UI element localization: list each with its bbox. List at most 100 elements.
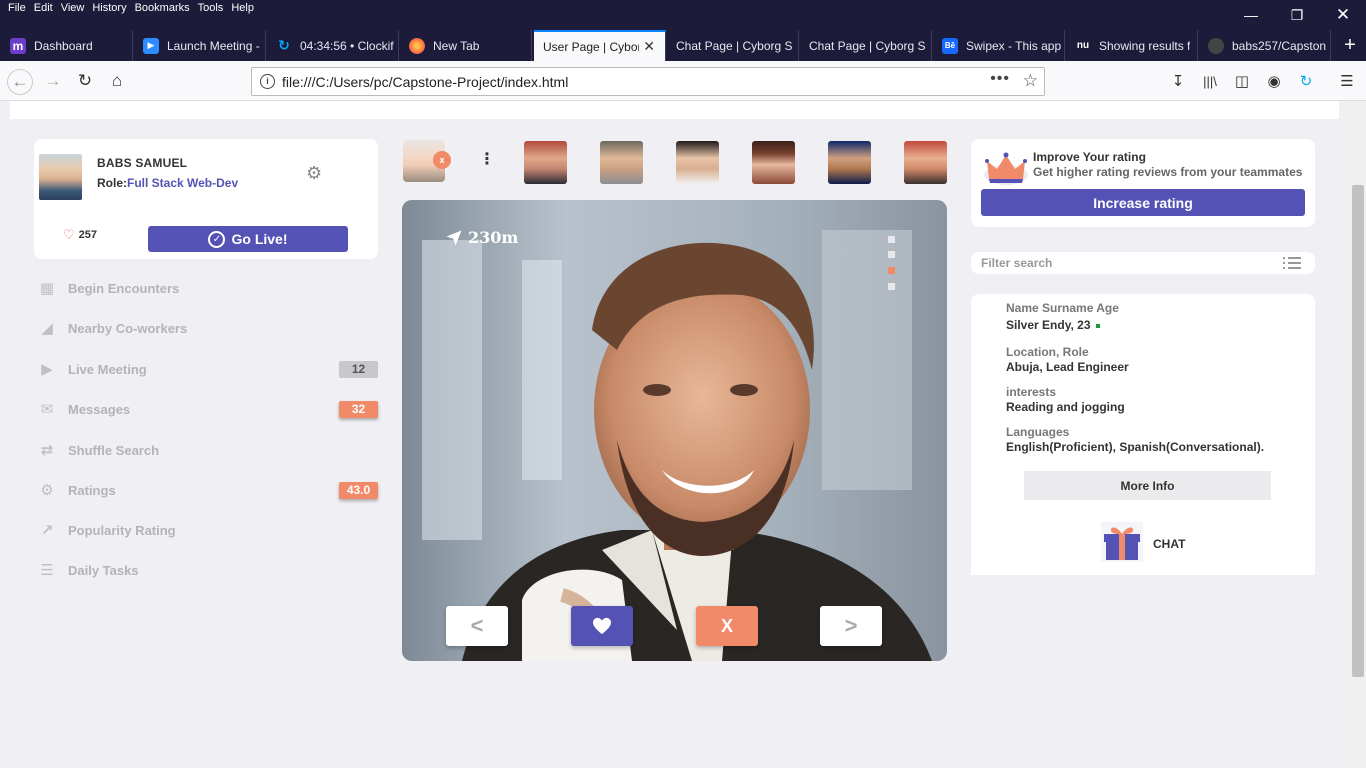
increase-rating-button[interactable]: Increase rating xyxy=(981,189,1305,216)
sidebar-item-ratings[interactable]: ⚙ Ratings 43.0 xyxy=(37,478,379,502)
likes-count: ♡ 257 xyxy=(63,227,98,242)
story-avatar[interactable] xyxy=(904,141,947,184)
settings-gear-icon[interactable]: ⚙ xyxy=(306,163,322,184)
story-avatar[interactable] xyxy=(676,141,719,184)
download-icon[interactable]: ↧ xyxy=(1167,70,1189,92)
sidebar-item-daily-tasks[interactable]: ☰ Daily Tasks xyxy=(37,558,379,582)
interests-label: interests xyxy=(1006,385,1057,399)
menu-help[interactable]: Help xyxy=(229,1,260,15)
profile-photo-card[interactable] xyxy=(402,200,947,661)
tab-github[interactable]: babs257/Capston xyxy=(1198,30,1331,61)
live-meeting-badge: 12 xyxy=(339,360,378,378)
new-tab-button[interactable]: + xyxy=(1334,30,1366,61)
account-icon[interactable]: ◉ xyxy=(1263,70,1285,92)
minimize-icon[interactable]: — xyxy=(1228,0,1274,30)
menu-view[interactable]: View xyxy=(59,1,91,15)
info-icon[interactable]: i xyxy=(260,74,275,89)
story-avatar[interactable] xyxy=(828,141,871,184)
github-icon xyxy=(1208,37,1224,54)
profile-name: BABS SAMUEL xyxy=(97,156,188,170)
tab-user-page[interactable]: User Page | Cybor ✕ xyxy=(534,30,666,61)
avatar[interactable] xyxy=(39,154,82,200)
profile-photo xyxy=(402,200,947,661)
navigation-bar: ← → ↻ ⌂ i file:///C:/Users/pc/Capstone-P… xyxy=(0,61,1366,101)
go-live-button[interactable]: ✓ Go Live! xyxy=(148,226,348,252)
sidebar-item-shuffle-search[interactable]: ⇄ Shuffle Search xyxy=(37,438,379,462)
signal-icon: ◢ xyxy=(41,320,53,337)
back-icon[interactable]: ← xyxy=(7,69,33,95)
clockify-extension-icon[interactable]: ↻ xyxy=(1295,70,1317,92)
restore-icon[interactable]: ❐ xyxy=(1274,0,1320,30)
menu-file[interactable]: File xyxy=(6,1,32,15)
next-button[interactable]: > xyxy=(820,606,882,646)
story-avatar[interactable] xyxy=(524,141,567,184)
tab-chat-page-2[interactable]: Chat Page | Cyborg S xyxy=(799,30,932,61)
zoom-icon: ▶ xyxy=(143,37,159,54)
location-label: Location, Role xyxy=(1006,345,1089,359)
ratings-badge: 43.0 xyxy=(339,481,378,499)
behance-icon: Bē xyxy=(942,37,958,54)
reload-icon[interactable]: ↻ xyxy=(73,69,97,93)
tab-chat-page-1[interactable]: Chat Page | Cyborg S xyxy=(666,30,799,61)
location-value: Abuja, Lead Engineer xyxy=(1006,360,1129,374)
like-button[interactable] xyxy=(571,606,633,646)
sidebar-icon[interactable]: ◫ xyxy=(1231,70,1253,92)
sidebar-item-begin-encounters[interactable]: ▦ Begin Encounters xyxy=(37,276,379,300)
header-strip xyxy=(10,101,1339,119)
photo-page-dot[interactable] xyxy=(888,236,895,243)
scrollbar-thumb[interactable] xyxy=(1352,185,1364,677)
profile-card: BABS SAMUEL Role:Full Stack Web-Dev ⚙ ♡ … xyxy=(34,139,378,259)
close-window-icon[interactable]: ✕ xyxy=(1320,0,1366,30)
name-value: Silver Endy, 23 xyxy=(1006,318,1100,332)
page-actions-icon[interactable]: ••• xyxy=(990,70,1010,88)
close-tab-icon[interactable]: ✕ xyxy=(643,38,655,55)
chat-button[interactable]: CHAT xyxy=(1153,537,1185,551)
menu-history[interactable]: History xyxy=(90,1,132,15)
monday-icon: m xyxy=(10,37,26,54)
grid-icon: ▦ xyxy=(39,280,55,297)
heart-outline-icon: ♡ xyxy=(63,227,75,242)
messages-badge: 32 xyxy=(339,400,378,418)
more-info-button[interactable]: More Info xyxy=(1024,471,1271,500)
home-icon[interactable]: ⌂ xyxy=(105,69,129,93)
online-status-dot xyxy=(1095,323,1100,328)
reject-button[interactable]: X xyxy=(696,606,758,646)
filter-search-input[interactable] xyxy=(971,252,1271,274)
bookmark-star-icon[interactable]: ☆ xyxy=(1023,71,1038,91)
languages-label: Languages xyxy=(1006,425,1070,439)
photo-page-dot[interactable] xyxy=(888,283,895,290)
list-icon[interactable] xyxy=(1283,256,1301,270)
previous-button[interactable]: < xyxy=(446,606,508,646)
tab-search-results[interactable]: nu Showing results f xyxy=(1065,30,1198,61)
clockify-icon: ↻ xyxy=(278,37,290,53)
menu-bar: File Edit View History Bookmarks Tools H… xyxy=(0,0,1366,30)
address-bar[interactable]: i file:///C:/Users/pc/Capstone-Project/i… xyxy=(251,67,1045,96)
tab-dashboard[interactable]: m Dashboard xyxy=(0,30,133,61)
sidebar-item-messages[interactable]: ✉ Messages 32 xyxy=(37,397,379,421)
story-avatar[interactable] xyxy=(600,141,643,184)
gift-icon[interactable] xyxy=(1101,522,1143,562)
sidebar-item-nearby-coworkers[interactable]: ◢ Nearby Co-workers xyxy=(37,316,379,340)
tab-new-tab[interactable]: New Tab xyxy=(399,30,532,61)
story-avatar[interactable] xyxy=(752,141,795,184)
menu-tools[interactable]: Tools xyxy=(196,1,230,15)
library-icon[interactable]: |||\ xyxy=(1199,70,1221,92)
tab-launch-meeting[interactable]: ▶ Launch Meeting - xyxy=(133,30,266,61)
rating-subtitle: Get higher rating reviews from your team… xyxy=(1033,165,1303,179)
photo-page-dot-active[interactable] xyxy=(888,267,895,274)
sidebar-item-popularity-rating[interactable]: ↗ Popularity Rating xyxy=(37,518,379,542)
layers-icon: ☰ xyxy=(40,562,54,579)
remove-story-button[interactable]: x xyxy=(433,151,451,169)
chart-icon: ↗ xyxy=(40,522,54,539)
more-options-icon[interactable]: ⋮ xyxy=(479,152,495,168)
hamburger-menu-icon[interactable]: ☰ xyxy=(1336,70,1358,92)
photo-page-dot[interactable] xyxy=(888,251,895,258)
menu-edit[interactable]: Edit xyxy=(32,1,59,15)
forward-icon[interactable]: → xyxy=(41,69,65,93)
tab-strip: m Dashboard ▶ Launch Meeting - ↻ 04:34:5… xyxy=(0,30,1366,61)
menu-bookmarks[interactable]: Bookmarks xyxy=(133,1,196,15)
tab-swipex[interactable]: Bē Swipex - This app xyxy=(932,30,1065,61)
sidebar-item-live-meeting[interactable]: ▶ Live Meeting 12 xyxy=(37,357,379,381)
tab-clockify[interactable]: ↻ 04:34:56 • Clockif xyxy=(266,30,399,61)
url-text[interactable]: file:///C:/Users/pc/Capstone-Project/ind… xyxy=(282,74,568,90)
